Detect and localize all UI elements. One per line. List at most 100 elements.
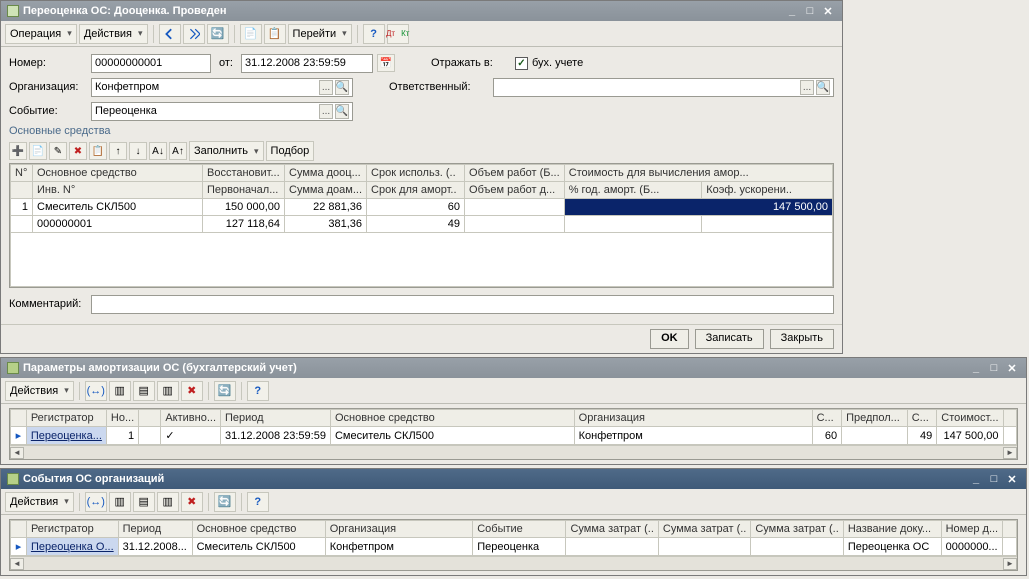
help-icon[interactable]: ?	[247, 381, 269, 401]
clear-filter-icon[interactable]: ✖	[181, 492, 203, 512]
scrollbar-x[interactable]: ◄►	[10, 445, 1017, 459]
col-act[interactable]: Активно...	[161, 410, 221, 427]
add-row-icon[interactable]: ➕	[9, 142, 27, 160]
input-event[interactable]: Переоценка ...🔍	[91, 102, 353, 121]
help-icon[interactable]: ?	[247, 492, 269, 512]
col-ev[interactable]: Событие	[473, 521, 566, 538]
col-pre[interactable]: Предпол...	[842, 410, 908, 427]
select-button[interactable]: Подбор	[266, 141, 315, 161]
input-resp[interactable]: ...🔍	[493, 78, 834, 97]
titlebar-win3[interactable]: События ОС организаций _ □ ✕	[1, 469, 1026, 489]
doc-edit-icon[interactable]: 📋	[264, 24, 286, 44]
assets-grid[interactable]: N° Основное средство Восстановит... Сумм…	[9, 163, 834, 288]
col-no[interactable]: Но...	[106, 410, 138, 427]
col-inv[interactable]: Инв. N°	[33, 182, 203, 199]
col-os[interactable]: Основное средство	[33, 165, 203, 182]
nav-back-icon[interactable]	[159, 24, 181, 44]
close-button[interactable]: ✕	[1004, 361, 1020, 375]
selected-cell[interactable]: 147 500,00	[564, 199, 832, 216]
interval-icon[interactable]: (↔)	[85, 492, 107, 512]
filter1-icon[interactable]: ▥	[109, 381, 131, 401]
actions-menu[interactable]: Действия	[5, 492, 74, 512]
select-event-button[interactable]: ...	[319, 104, 333, 119]
fill-button[interactable]: Заполнить	[189, 141, 264, 161]
select-resp-button[interactable]: ...	[800, 80, 814, 95]
input-comment[interactable]	[91, 295, 834, 314]
actions-menu[interactable]: Действия	[79, 24, 148, 44]
ok-button[interactable]: OK	[650, 329, 689, 349]
sort-asc-icon[interactable]: A↓	[149, 142, 167, 160]
checkbox-bu[interactable]: ✓бух. учете	[515, 57, 583, 70]
operation-menu[interactable]: Операция	[5, 24, 77, 44]
close-button[interactable]: ✕	[1004, 472, 1020, 486]
col-pg[interactable]: % год. аморт. (Б...	[564, 182, 702, 199]
maximize-button[interactable]: □	[986, 472, 1002, 486]
col-reg[interactable]: Регистратор	[26, 410, 106, 427]
col-reg[interactable]: Регистратор	[26, 521, 118, 538]
col-per[interactable]: Период	[118, 521, 192, 538]
maximize-button[interactable]: □	[802, 4, 818, 18]
col-org[interactable]: Организация	[325, 521, 472, 538]
move-up-icon[interactable]: ↑	[109, 142, 127, 160]
col-sa[interactable]: Срок для аморт..	[367, 182, 465, 199]
clear-filter-icon[interactable]: ✖	[181, 381, 203, 401]
move-down-icon[interactable]: ↓	[129, 142, 147, 160]
col-si[interactable]: Срок использ. (..	[367, 165, 465, 182]
close-button[interactable]: Закрыть	[770, 329, 834, 349]
col-st[interactable]: Стоимост...	[937, 410, 1003, 427]
search-org-button[interactable]: 🔍	[335, 80, 349, 95]
input-org[interactable]: Конфетпром ...🔍	[91, 78, 353, 97]
col-p[interactable]: Первоначал...	[203, 182, 285, 199]
col-sz2[interactable]: Сумма затрат (..	[658, 521, 750, 538]
input-date[interactable]: 31.12.2008 23:59:59	[241, 54, 373, 73]
col-ob[interactable]: Объем работ (Б...	[465, 165, 565, 182]
edit-row-icon[interactable]: ✎	[49, 142, 67, 160]
col-nmd[interactable]: Номер д...	[941, 521, 1003, 538]
col-st[interactable]: Стоимость для вычисления амор...	[564, 165, 832, 182]
help-icon[interactable]: ?	[363, 24, 385, 44]
search-event-button[interactable]: 🔍	[335, 104, 349, 119]
maximize-button[interactable]: □	[986, 361, 1002, 375]
col-per[interactable]: Период	[221, 410, 331, 427]
input-number[interactable]: 00000000001	[91, 54, 211, 73]
actions-menu[interactable]: Действия	[5, 381, 74, 401]
col-v[interactable]: Восстановит...	[203, 165, 285, 182]
col-obd[interactable]: Объем работ д...	[465, 182, 565, 199]
row-selector-icon[interactable]: ▸	[11, 538, 27, 556]
col-os[interactable]: Основное средство	[330, 410, 574, 427]
delete-row-icon[interactable]: ✖	[69, 142, 87, 160]
goto-menu[interactable]: Перейти	[288, 24, 352, 44]
doc-icon[interactable]: 📄	[240, 24, 262, 44]
refresh-icon[interactable]: 🔄	[207, 24, 229, 44]
col-sz3[interactable]: Сумма затрат (..	[751, 521, 843, 538]
col-c[interactable]: С...	[812, 410, 842, 427]
col-nd[interactable]: Название доку...	[843, 521, 941, 538]
col-sz1[interactable]: Сумма затрат (..	[566, 521, 658, 538]
filter3-icon[interactable]: ▥	[157, 381, 179, 401]
minimize-button[interactable]: _	[968, 361, 984, 375]
select-org-button[interactable]: ...	[319, 80, 333, 95]
scrollbar-x[interactable]: ◄►	[10, 556, 1017, 570]
minimize-button[interactable]: _	[784, 4, 800, 18]
copy-row-icon[interactable]: 📋	[89, 142, 107, 160]
save-button[interactable]: Записать	[695, 329, 764, 349]
search-resp-button[interactable]: 🔍	[816, 80, 830, 95]
filter1-icon[interactable]: ▥	[109, 492, 131, 512]
col-sda[interactable]: Сумма доам...	[285, 182, 367, 199]
nav-fwd-icon[interactable]	[183, 24, 205, 44]
filter2-icon[interactable]: ▤	[133, 381, 155, 401]
titlebar-win1[interactable]: Переоценка ОС: Дооценка. Проведен _ □ ✕	[1, 1, 842, 21]
col-sd[interactable]: Сумма дооц...	[285, 165, 367, 182]
titlebar-win2[interactable]: Параметры амортизации ОС (бухгалтерский …	[1, 358, 1026, 378]
refresh-icon[interactable]: 🔄	[214, 492, 236, 512]
close-button[interactable]: ✕	[820, 4, 836, 18]
filter3-icon[interactable]: ▥	[157, 492, 179, 512]
col-org[interactable]: Организация	[574, 410, 812, 427]
col-os[interactable]: Основное средство	[192, 521, 325, 538]
refresh-icon[interactable]: 🔄	[214, 381, 236, 401]
row-selector-icon[interactable]: ▸	[11, 427, 27, 445]
amort-grid[interactable]: Регистратор Но... Активно... Период Осно…	[9, 408, 1018, 460]
col-ku[interactable]: Коэф. ускорени..	[702, 182, 833, 199]
filter2-icon[interactable]: ▤	[133, 492, 155, 512]
events-grid[interactable]: Регистратор Период Основное средство Орг…	[9, 519, 1018, 571]
